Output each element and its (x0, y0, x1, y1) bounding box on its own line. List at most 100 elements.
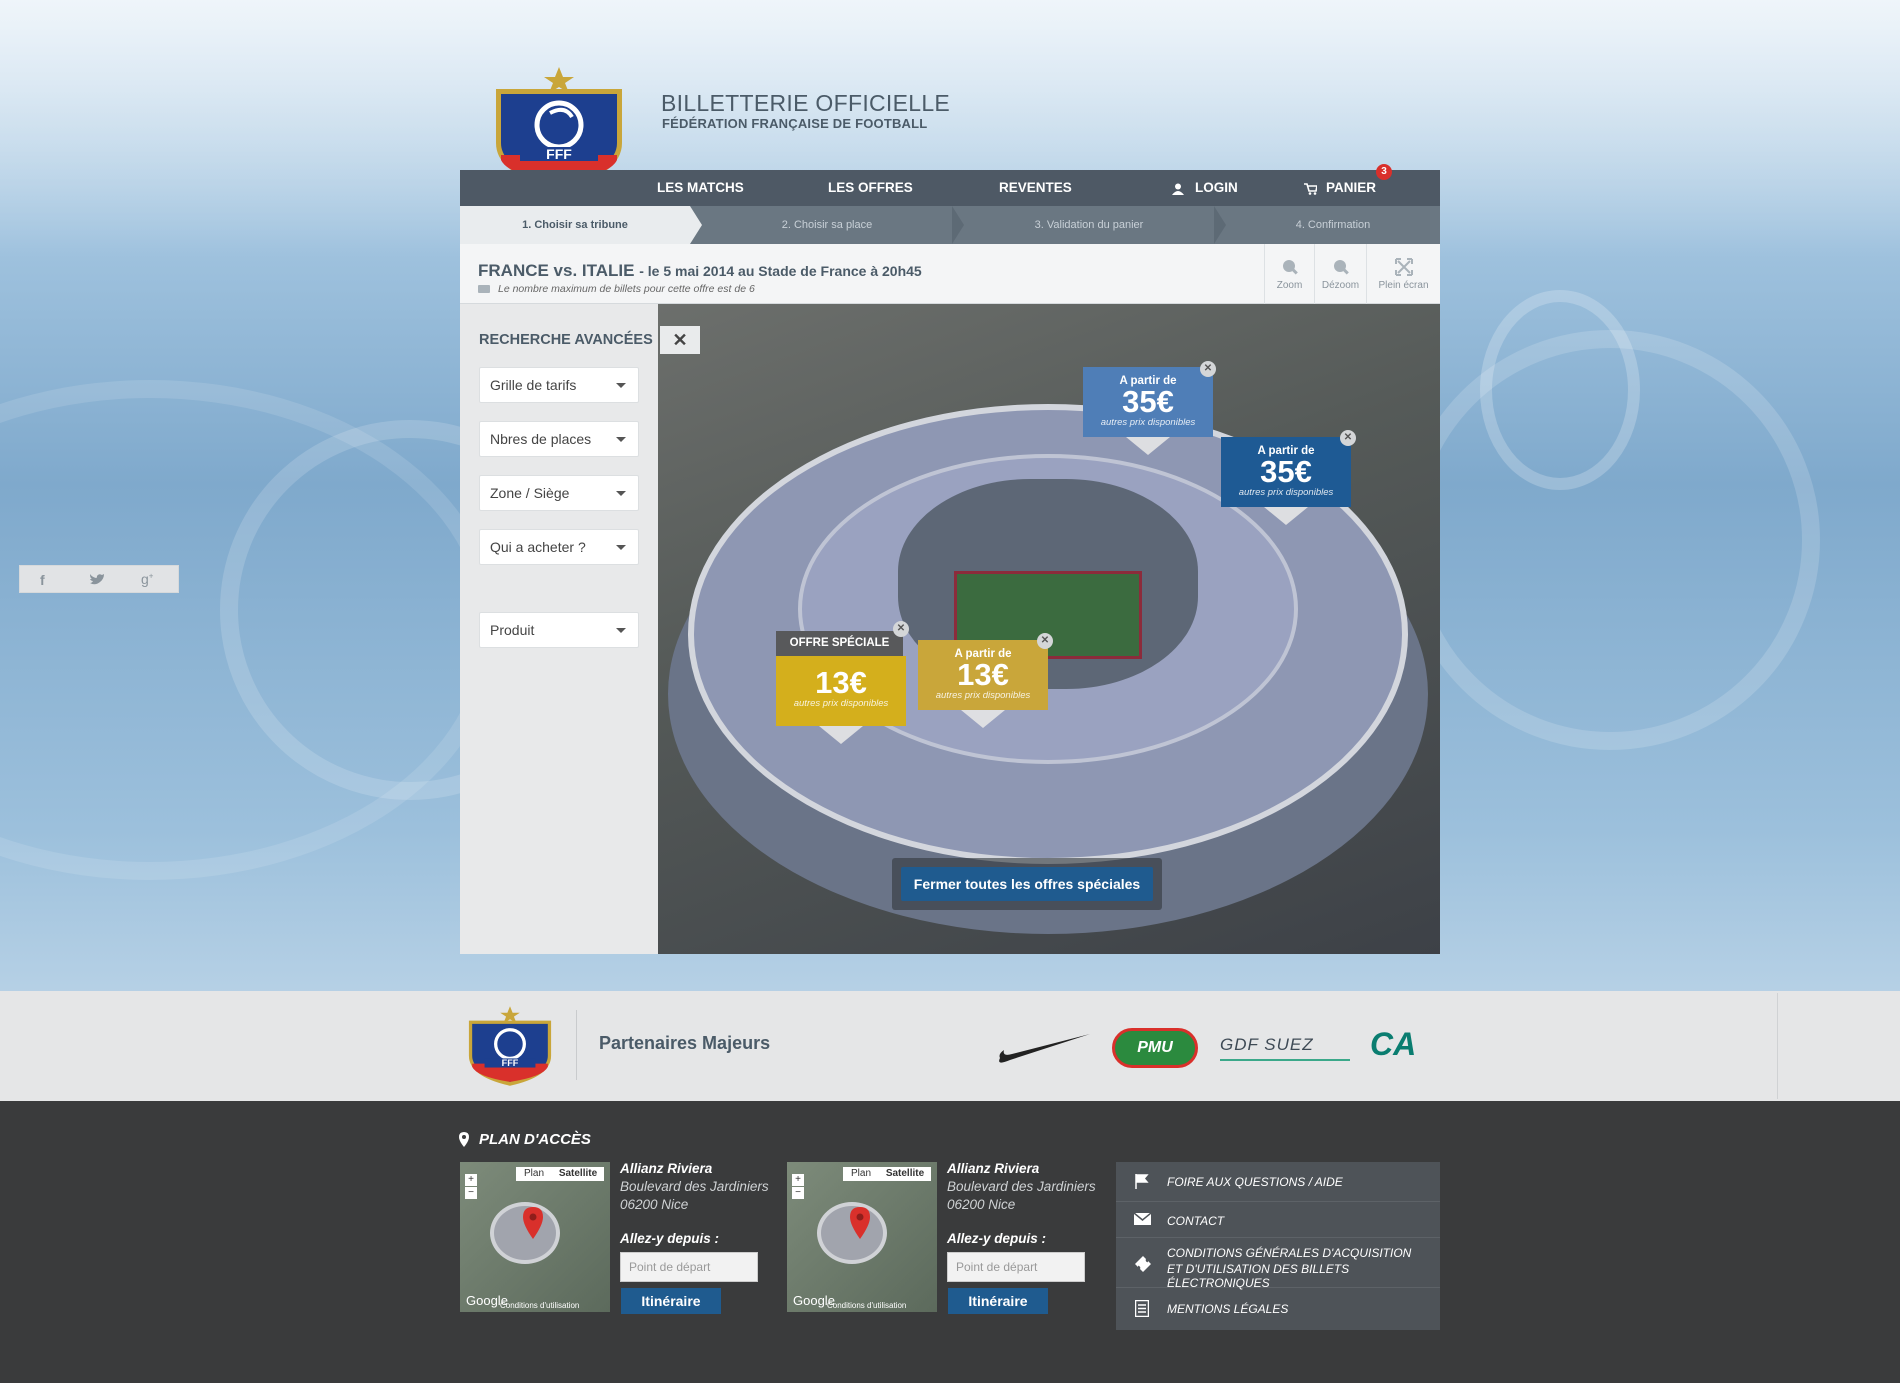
chevron-down-icon (616, 545, 626, 550)
location-pin-icon (459, 1132, 469, 1147)
map-plan-button[interactable]: Plan (516, 1167, 552, 1181)
filter-label: Nbres de places (490, 431, 592, 447)
zoom-out-icon (1333, 260, 1349, 275)
fullscreen-icon (1394, 258, 1413, 276)
zoom-in-icon (1282, 260, 1298, 275)
close-all-wrapper: Fermer toutes les offres spéciales (892, 858, 1162, 910)
social-bar: f g+ (19, 565, 179, 593)
contact-link[interactable]: CONTACT (1116, 1202, 1440, 1238)
cart-icon (1304, 182, 1318, 200)
map-satellite-button[interactable]: Satellite (879, 1167, 931, 1181)
nav-resales[interactable]: REVENTES (999, 170, 1072, 206)
checkout-steps: 1. Choisir sa tribune 2. Choisir sa plac… (460, 206, 1440, 244)
zoom-button[interactable]: Zoom (1264, 244, 1314, 304)
contact-label: CONTACT (1167, 1214, 1225, 1228)
pmu-logo[interactable]: PMU (1112, 1028, 1198, 1068)
offer-price: 35€ (1122, 384, 1174, 419)
filter-seat-count[interactable]: Nbres de places (479, 421, 639, 457)
search-sidebar: RECHERCHE AVANCÉES Grille de tarifs Nbre… (460, 304, 658, 954)
faq-link[interactable]: FOIRE AUX QUESTIONS / AIDE (1116, 1162, 1440, 1202)
legal-label: MENTIONS LÉGALES (1167, 1302, 1289, 1316)
offer-tag-35-b[interactable]: A partir de 35€ autres prix disponibles (1221, 437, 1351, 525)
logo-text: FFF (546, 146, 572, 162)
departure-input[interactable]: Point de départ (620, 1252, 758, 1282)
map-marker-icon (523, 1207, 543, 1239)
twitter-icon[interactable] (89, 573, 105, 586)
mini-map[interactable]: + − Plan Satellite Google Conditions d'u… (787, 1162, 937, 1312)
offer-alt-prices: autres prix disponibles (1238, 487, 1334, 498)
info-icon (478, 285, 490, 293)
map-zoom-in[interactable]: + (792, 1174, 804, 1186)
offer-tag-13-special[interactable]: 13€ autres prix disponibles (776, 656, 906, 744)
unzoom-label: Dézoom (1321, 280, 1360, 291)
chevron-down-icon (616, 437, 626, 442)
filter-price-grid[interactable]: Grille de tarifs (479, 367, 639, 403)
nav-login[interactable]: LOGIN (1195, 170, 1238, 206)
fullscreen-label: Plein écran (1378, 280, 1429, 291)
mail-icon (1134, 1213, 1151, 1225)
credit-agricole-logo[interactable]: CA (1370, 1026, 1426, 1066)
itinerary-button[interactable]: Itinéraire (621, 1288, 721, 1314)
legal-link[interactable]: MENTIONS LÉGALES (1116, 1288, 1440, 1330)
close-offer-icon[interactable]: ✕ (1340, 430, 1356, 446)
map-terms-link[interactable]: Conditions d'utilisation (827, 1301, 906, 1310)
faq-label: FOIRE AUX QUESTIONS / AIDE (1167, 1175, 1343, 1189)
map-zoom-out[interactable]: − (792, 1187, 804, 1199)
nike-logo[interactable] (996, 1030, 1092, 1066)
itinerary-button[interactable]: Itinéraire (948, 1288, 1048, 1314)
close-offer-icon[interactable]: ✕ (893, 621, 909, 637)
offer-alt-prices: autres prix disponibles (793, 698, 889, 709)
venue-address: Allianz Riviera Boulevard des Jardiniers… (620, 1160, 769, 1214)
offer-tag-35-a[interactable]: A partir de 35€ autres prix disponibles (1083, 367, 1213, 455)
step-1[interactable]: 1. Choisir sa tribune (460, 206, 690, 244)
brand-title: BILLETTERIE OFFICIELLE (661, 90, 951, 116)
offer-alt-prices: autres prix disponibles (935, 690, 1031, 701)
map-marker-icon (850, 1207, 870, 1239)
map-zoom-out[interactable]: − (465, 1187, 477, 1199)
step-4[interactable]: 4. Confirmation (1226, 206, 1440, 244)
from-label: Allez-y depuis : (620, 1231, 720, 1246)
venue-city: 06200 Nice (947, 1197, 1016, 1212)
unzoom-button[interactable]: Dézoom (1314, 244, 1366, 304)
mini-map[interactable]: + − Plan Satellite Google Conditions d'u… (460, 1162, 610, 1312)
facebook-icon[interactable]: f (40, 572, 45, 588)
nav-offers[interactable]: LES OFFRES (828, 170, 913, 206)
map-plan-button[interactable]: Plan (843, 1167, 879, 1181)
filter-who-bought[interactable]: Qui a acheter ? (479, 529, 639, 565)
nav-cart[interactable]: PANIER (1326, 170, 1376, 206)
flag-icon (1135, 1174, 1149, 1189)
venue-street: Boulevard des Jardiniers (620, 1179, 769, 1194)
nav-matches[interactable]: LES MATCHS (657, 170, 744, 206)
chevron-down-icon (616, 383, 626, 388)
from-label: Allez-y depuis : (947, 1231, 1047, 1246)
close-offer-icon[interactable]: ✕ (1200, 361, 1216, 377)
offer-tag-13[interactable]: A partir de 13€ autres prix disponibles (918, 640, 1048, 728)
map-zoom-in[interactable]: + (465, 1174, 477, 1186)
terms-label-line1: CONDITIONS GÉNÉRALES D'ACQUISITION (1167, 1246, 1412, 1260)
map-terms-link[interactable]: Conditions d'utilisation (500, 1301, 579, 1310)
close-offer-icon[interactable]: ✕ (1037, 633, 1053, 649)
google-plus-icon[interactable]: g+ (141, 571, 153, 587)
offer-alt-prices: autres prix disponibles (1100, 417, 1196, 428)
chevron-down-icon (616, 628, 626, 633)
offer-price: 13€ (815, 665, 867, 700)
terms-label-line2: ET D'UTILISATION DES BILLETS ÉLECTRONIQU… (1167, 1262, 1350, 1290)
fff-footer-logo: FFF (468, 1006, 552, 1086)
departure-input[interactable]: Point de départ (947, 1252, 1085, 1282)
map-satellite-button[interactable]: Satellite (552, 1167, 604, 1181)
terms-link[interactable]: CONDITIONS GÉNÉRALES D'ACQUISITION ET D'… (1116, 1238, 1440, 1290)
filter-label: Produit (490, 622, 535, 638)
step-2[interactable]: 2. Choisir sa place (702, 206, 952, 244)
stadium-map[interactable] (658, 304, 1440, 954)
fullscreen-button[interactable]: Plein écran (1366, 244, 1440, 304)
close-all-offers-button[interactable]: Fermer toutes les offres spéciales (901, 867, 1153, 901)
gdf-suez-logo[interactable]: GDF SUEZ (1220, 1035, 1350, 1061)
step-3[interactable]: 3. Validation du panier (964, 206, 1214, 244)
venue-name: Allianz Riviera (620, 1161, 713, 1176)
main-nav: LES MATCHS LES OFFRES REVENTES LOGIN PAN… (460, 170, 1440, 206)
filter-product[interactable]: Produit (479, 612, 639, 648)
sidebar-title: RECHERCHE AVANCÉES (479, 332, 653, 348)
cart-count-badge: 3 (1376, 164, 1392, 180)
close-map-button[interactable]: ✕ (660, 326, 700, 354)
filter-zone-seat[interactable]: Zone / Siège (479, 475, 639, 511)
